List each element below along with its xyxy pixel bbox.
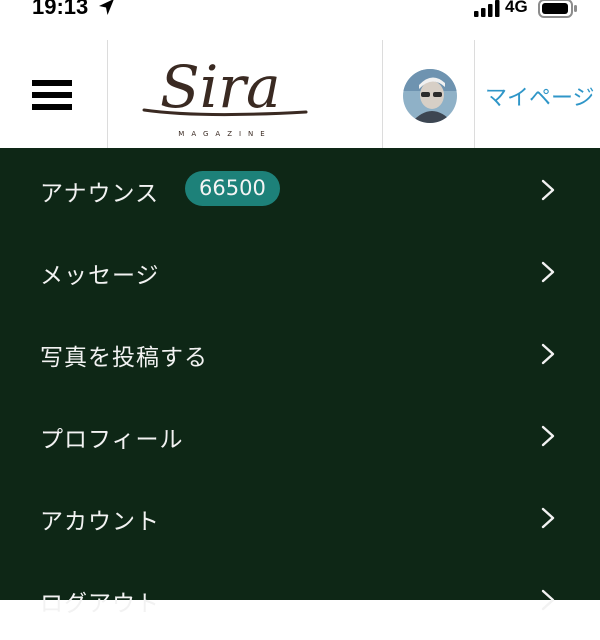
status-bar: 19:13 4G <box>0 0 600 22</box>
battery-icon <box>538 0 577 18</box>
chevron-right-icon <box>541 589 555 611</box>
hamburger-menu-icon[interactable] <box>32 80 72 110</box>
menu-item-label: 写真を投稿する <box>40 345 208 371</box>
menu-item-profile[interactable]: プロフィール <box>0 394 600 476</box>
sira-magazine-logo[interactable]: Sira MAGAZINE <box>140 52 310 140</box>
logo-wordmark: Sira <box>160 53 281 121</box>
menu-item-announce[interactable]: アナウンス 66500 <box>0 148 600 230</box>
header-divider <box>382 40 383 148</box>
mypage-link[interactable]: マイページ <box>485 80 595 112</box>
menu-item-label: ログアウト <box>40 591 160 617</box>
navigation-menu: アナウンス 66500 メッセージ 写真を投稿する プロフィール アカウント ロ… <box>0 148 600 617</box>
chevron-right-icon <box>541 507 555 529</box>
site-header: Sira MAGAZINE マイページ <box>0 40 600 148</box>
user-avatar[interactable] <box>403 69 457 123</box>
chevron-right-icon <box>541 179 555 201</box>
menu-item-messages[interactable]: メッセージ <box>0 230 600 312</box>
announcement-count-badge: 66500 <box>185 171 280 206</box>
header-divider <box>474 40 475 148</box>
menu-item-label: アカウント <box>40 509 160 535</box>
network-type: 4G <box>505 0 528 16</box>
header-divider <box>107 40 108 148</box>
menu-item-label: アナウンス <box>40 181 160 207</box>
menu-item-label: プロフィール <box>40 427 184 453</box>
location-arrow-icon <box>99 0 114 15</box>
logo-subtitle: MAGAZINE <box>178 130 271 138</box>
chevron-right-icon <box>541 425 555 447</box>
menu-item-logout[interactable]: ログアウト <box>0 558 600 640</box>
signal-bars-icon <box>474 0 500 17</box>
menu-item-label: メッセージ <box>40 263 160 289</box>
chevron-right-icon <box>541 261 555 283</box>
chevron-right-icon <box>541 343 555 365</box>
menu-item-post-photo[interactable]: 写真を投稿する <box>0 312 600 394</box>
menu-item-account[interactable]: アカウント <box>0 476 600 558</box>
status-time: 19:13 <box>32 0 89 19</box>
